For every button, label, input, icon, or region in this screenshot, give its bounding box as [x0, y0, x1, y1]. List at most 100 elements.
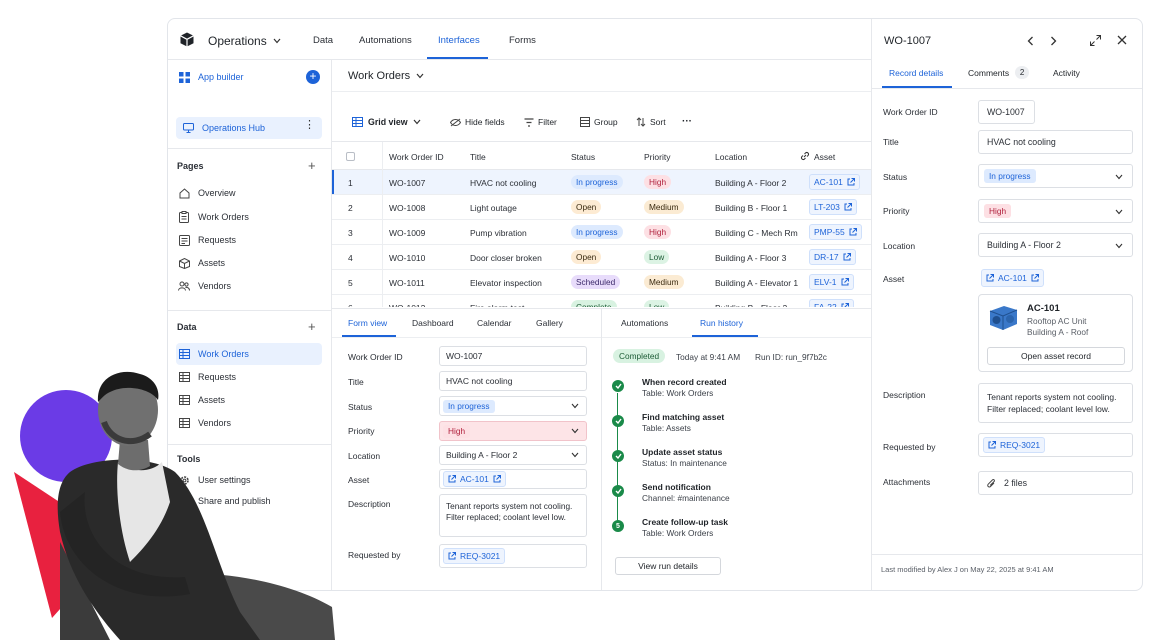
cell-title: HVAC not cooling	[470, 178, 537, 188]
sidebar-page-work-orders[interactable]: Work Orders	[178, 206, 322, 228]
record-tab-indicator	[882, 86, 952, 88]
expand-icon[interactable]	[1090, 35, 1101, 46]
chevron-left-icon[interactable]	[1027, 36, 1034, 46]
step-subtitle: Status: In maintenance	[642, 458, 727, 468]
inbox-icon	[178, 234, 190, 246]
step-status-icon	[612, 485, 624, 497]
tab-data[interactable]: Data	[313, 35, 333, 46]
grid-view-button[interactable]: Grid view	[352, 117, 421, 127]
record-field-status[interactable]: In progress	[978, 164, 1133, 188]
record-field-priority[interactable]: High	[978, 199, 1133, 223]
more-vertical-icon[interactable]: ⋮	[304, 120, 315, 131]
col-header-asset[interactable]: Asset	[814, 152, 835, 162]
form-field-id[interactable]: WO-1007	[439, 346, 587, 366]
priority-badge: Medium	[644, 200, 684, 214]
status-badge: Open	[571, 200, 602, 214]
subtab-automations[interactable]: Automations	[621, 318, 668, 328]
page-title-dropdown[interactable]: Work Orders	[348, 70, 424, 82]
chevron-right-icon[interactable]	[1050, 36, 1057, 46]
asset-chip[interactable]: AC-101	[443, 471, 506, 487]
table-row[interactable]: 4 WO-1010 Door closer broken Open Low Buildin…	[332, 245, 871, 270]
form-field-asset[interactable]: AC-101	[439, 469, 587, 489]
col-header-status[interactable]: Status	[571, 152, 595, 162]
record-field-location[interactable]: Building A - Floor 2	[978, 233, 1133, 257]
record-request-chip[interactable]: REQ-3021	[983, 437, 1046, 453]
table-row[interactable]: 6 WO-1012 Fire alarm test Complete Low Buildi…	[332, 295, 871, 307]
sidebar-page-requests[interactable]: Requests	[178, 229, 322, 251]
sidebar-page-assets[interactable]: Assets	[178, 252, 322, 274]
asset-link-chip[interactable]: ELV-1	[809, 274, 854, 290]
cell-id: WO-1011	[389, 278, 425, 288]
tab-record-details[interactable]: Record details	[889, 68, 943, 78]
record-asset-chip[interactable]: AC-101	[981, 269, 1044, 287]
form-field-title[interactable]: HVAC not cooling	[439, 371, 587, 391]
interface-selector[interactable]: Operations Hub ⋮	[176, 117, 322, 139]
more-options-icon[interactable]: ···	[682, 116, 692, 127]
asset-card-location: Building A - Roof	[1027, 327, 1089, 337]
add-table-icon[interactable]: +	[308, 320, 316, 333]
request-chip[interactable]: REQ-3021	[443, 548, 506, 564]
eye-off-icon	[450, 118, 461, 126]
add-circle-button[interactable]: +	[306, 70, 320, 84]
table-row[interactable]: 2 WO-1008 Light outage Open Medium Building B…	[332, 195, 871, 220]
subtab-dashboard[interactable]: Dashboard	[412, 318, 454, 328]
record-field-requested-by[interactable]: REQ-3021	[978, 433, 1133, 457]
tab-forms[interactable]: Forms	[509, 35, 536, 46]
tab-automations[interactable]: Automations	[359, 35, 412, 46]
table-row[interactable]: 5 WO-1011 Elevator inspection Scheduled Medi…	[332, 270, 871, 295]
group-button[interactable]: Group	[580, 117, 618, 127]
asset-link-chip[interactable]: PMP-55	[809, 224, 862, 240]
form-field-status[interactable]: In progress	[439, 396, 587, 416]
subtab-run-history[interactable]: Run history	[700, 318, 743, 328]
col-header-priority[interactable]: Priority	[644, 152, 670, 162]
cell-id: WO-1007	[389, 178, 426, 188]
sidebar-page-overview[interactable]: Overview	[178, 182, 322, 204]
step-status-icon	[612, 415, 624, 427]
form-field-requested-by[interactable]: REQ-3021	[439, 544, 587, 568]
priority-badge: Low	[644, 250, 670, 264]
record-field-title[interactable]: HVAC not cooling	[978, 130, 1133, 154]
col-header-id[interactable]: Work Order ID	[389, 152, 444, 162]
close-icon[interactable]	[1117, 35, 1127, 45]
tab-activity[interactable]: Activity	[1053, 68, 1080, 78]
cell-id: WO-1012	[389, 303, 425, 307]
view-run-details-button[interactable]: View run details	[615, 557, 721, 575]
record-field-attachments[interactable]: 2 files	[978, 471, 1133, 495]
form-field-priority[interactable]: High	[439, 421, 587, 441]
priority-badge: High	[644, 175, 672, 189]
subtab-calendar[interactable]: Calendar	[477, 318, 512, 328]
table-header: Work Order ID Title Status Priority Loca…	[332, 142, 871, 170]
sidebar-page-vendors[interactable]: Vendors	[178, 275, 322, 297]
col-header-location[interactable]: Location	[715, 152, 747, 162]
sort-button[interactable]: Sort	[636, 117, 666, 127]
tab-comments[interactable]: Comments 2	[968, 66, 1030, 79]
step-subtitle: Table: Work Orders	[642, 528, 714, 538]
tab-interfaces[interactable]: Interfaces	[438, 35, 480, 46]
record-field-id[interactable]: WO-1007	[978, 100, 1035, 124]
asset-card-id: AC-101	[1027, 303, 1060, 314]
select-all-checkbox[interactable]	[346, 152, 355, 161]
cell-location: Building A - Elevator 1	[715, 278, 799, 288]
col-header-title[interactable]: Title	[470, 152, 486, 162]
add-page-icon[interactable]: +	[308, 159, 316, 172]
asset-link-chip[interactable]: LT-203	[809, 199, 857, 215]
filter-button[interactable]: Filter	[524, 117, 557, 127]
asset-link-chip[interactable]: AC-101	[809, 174, 860, 190]
table-row[interactable]: 1 WO-1007 HVAC not cooling In progress High B…	[332, 170, 871, 195]
asset-link-chip[interactable]: DR-17	[809, 249, 856, 265]
app-builder-button[interactable]: App builder	[178, 66, 322, 88]
record-field-description[interactable]: Tenant reports system not cooling. Filte…	[978, 383, 1133, 423]
asset-link-chip[interactable]: FA-22	[809, 299, 854, 307]
form-field-description[interactable]: Tenant reports system not cooling. Filte…	[439, 494, 587, 537]
table-row[interactable]: 3 WO-1009 Pump vibration In progress High Bui…	[332, 220, 871, 245]
external-link-icon	[493, 475, 501, 483]
form-field-location[interactable]: Building A - Floor 2	[439, 445, 587, 465]
open-asset-record-button[interactable]: Open asset record	[987, 347, 1125, 365]
step-title: Find matching asset	[642, 412, 725, 422]
subtab-form-view[interactable]: Form view	[348, 318, 387, 328]
grid-icon	[178, 71, 190, 83]
app-switcher[interactable]: Operations	[208, 34, 281, 48]
hide-fields-button[interactable]: Hide fields	[450, 117, 505, 127]
step-status-icon	[612, 450, 624, 462]
subtab-gallery[interactable]: Gallery	[536, 318, 563, 328]
